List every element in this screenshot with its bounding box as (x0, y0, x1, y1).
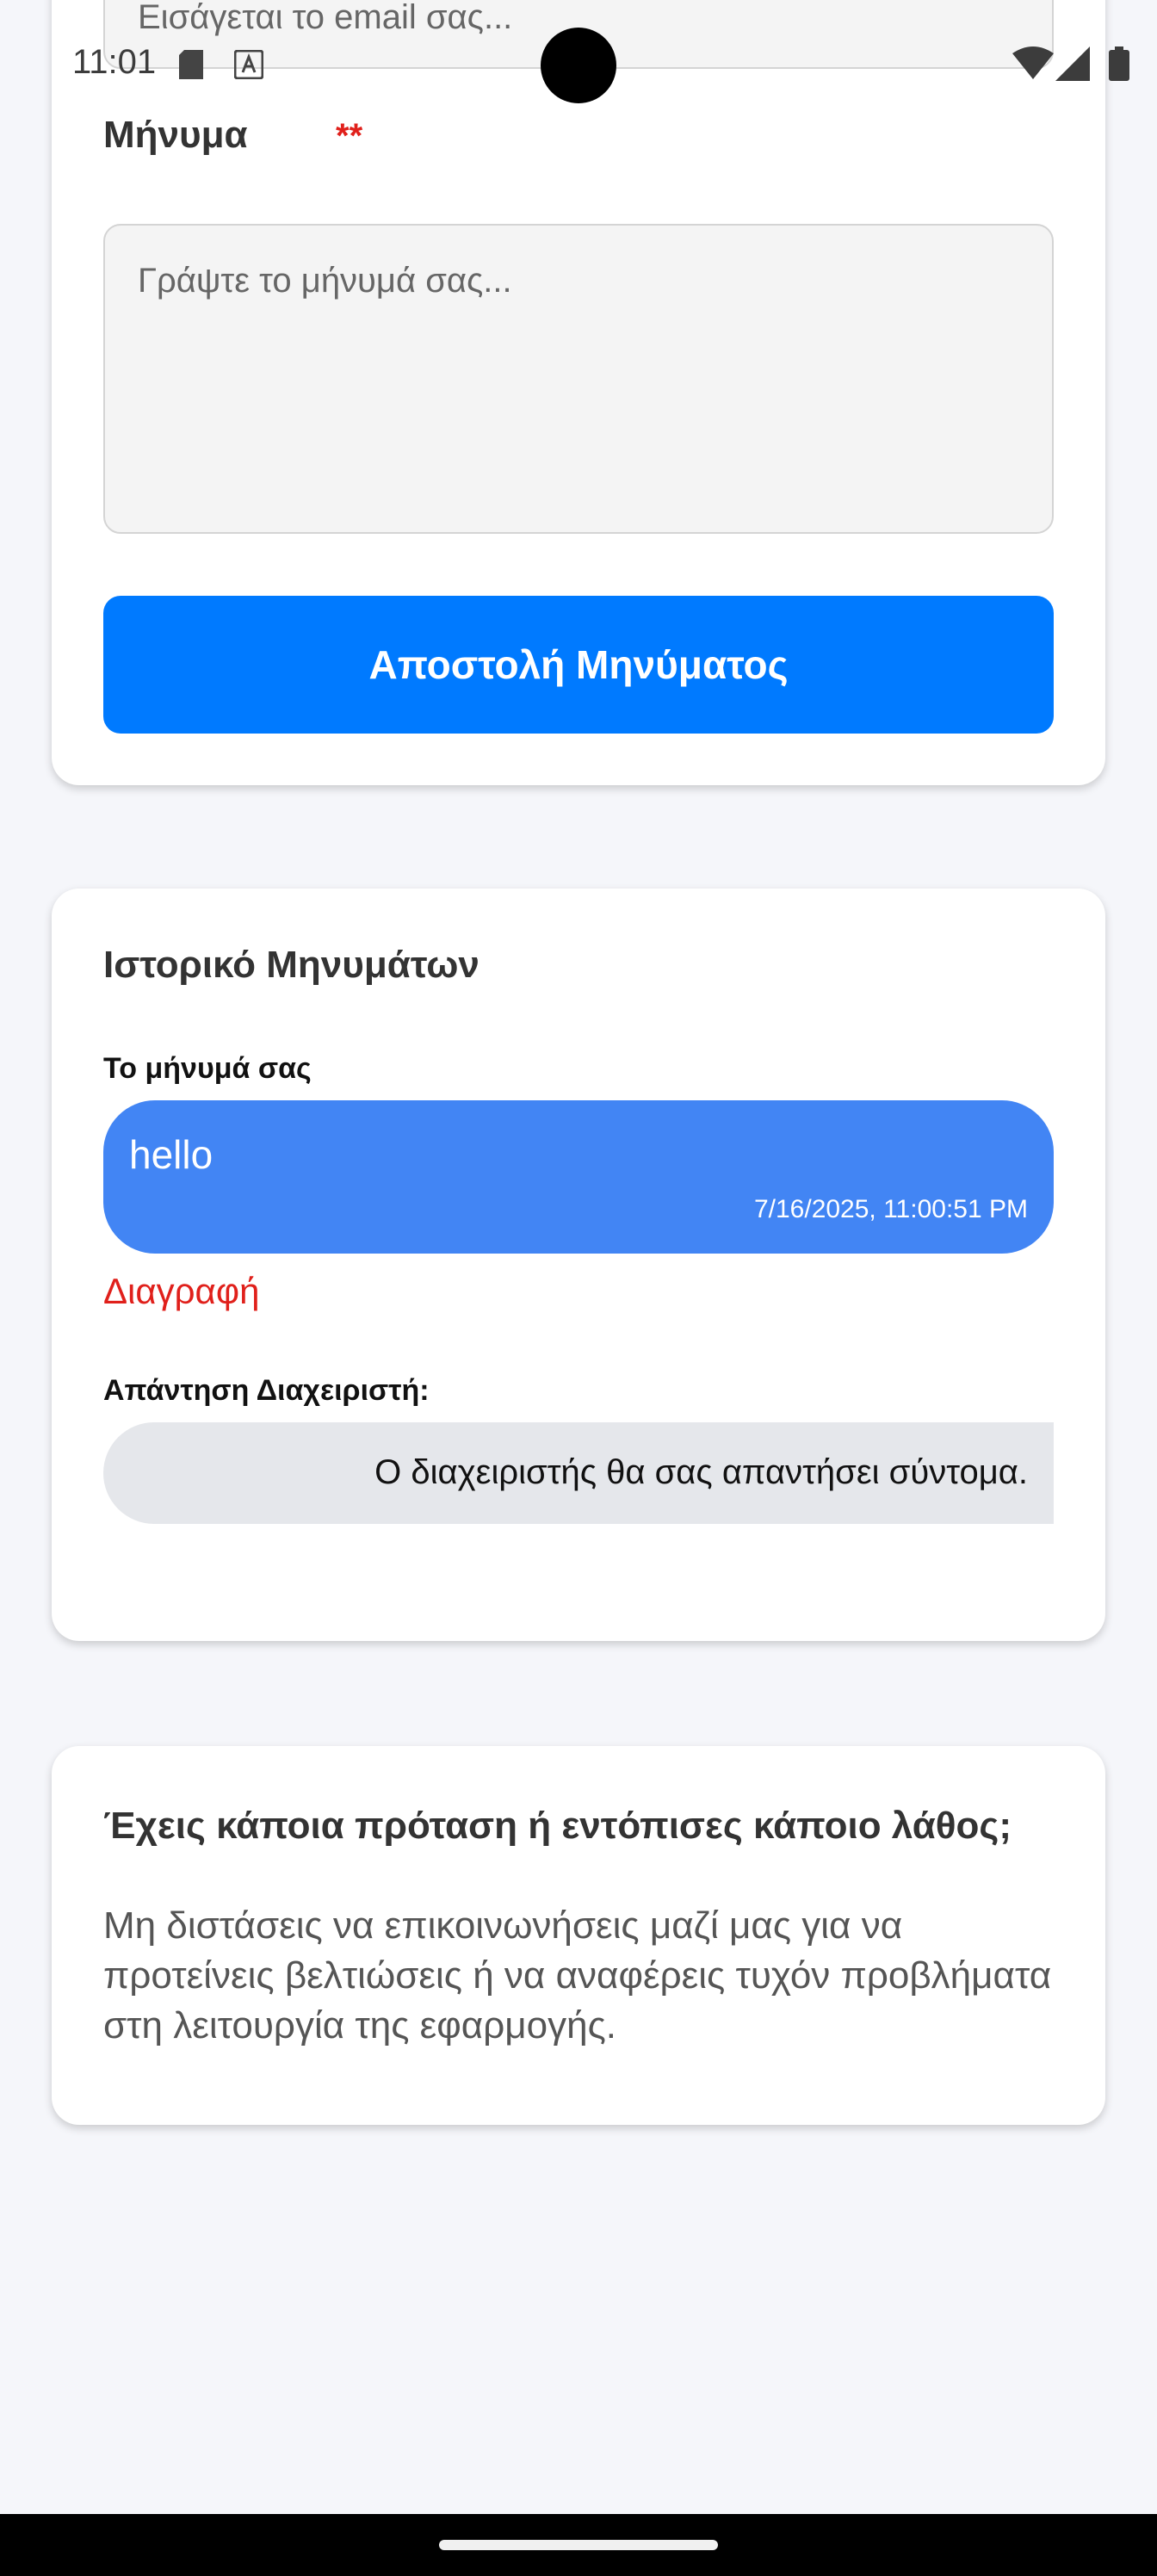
user-message-caption: Το μήνυμά σας (103, 1052, 312, 1085)
email-input[interactable] (103, 0, 1054, 69)
delete-message-link[interactable]: Διαγραφή (103, 1271, 259, 1312)
admin-reply-bubble: Ο διαχειριστής θα σας απαντήσει σύντομα. (103, 1422, 1054, 1524)
message-history-card: Ιστορικό Μηνυμάτων Το μήνυμά σας hello 7… (52, 889, 1105, 1641)
history-title: Ιστορικό Μηνυμάτων (103, 944, 480, 986)
message-textarea[interactable] (103, 224, 1054, 534)
user-message-bubble: hello 7/16/2025, 11:00:51 PM (103, 1100, 1054, 1254)
admin-reply-caption: Απάντηση Διαχειριστή: (103, 1374, 430, 1407)
home-indicator[interactable] (439, 2540, 718, 2550)
send-message-button[interactable]: Αποστολή Μηνύματος (103, 596, 1054, 734)
feedback-info-body: Μη διστάσεις να επικοινωνήσεις μαζί μας … (103, 1904, 1052, 2047)
user-message-text: hello (129, 1132, 213, 1177)
contact-form-card: Μήνυμα ** Αποστολή Μηνύματος (52, 0, 1105, 785)
user-message-timestamp: 7/16/2025, 11:00:51 PM (753, 1195, 1028, 1223)
required-mark: ** (336, 117, 363, 155)
feedback-info-title: Έχεις κάποια πρόταση ή εντόπισες κάποιο … (103, 1805, 1012, 1847)
message-label: Μήνυμα (103, 114, 248, 156)
system-nav-bar (0, 2514, 1157, 2576)
battery-icon (1109, 46, 1129, 81)
feedback-info-card: Έχεις κάποια πρόταση ή εντόπισες κάποιο … (52, 1746, 1105, 2125)
admin-reply-text: Ο διαχειριστής θα σας απαντήσει σύντομα. (374, 1453, 1028, 1491)
